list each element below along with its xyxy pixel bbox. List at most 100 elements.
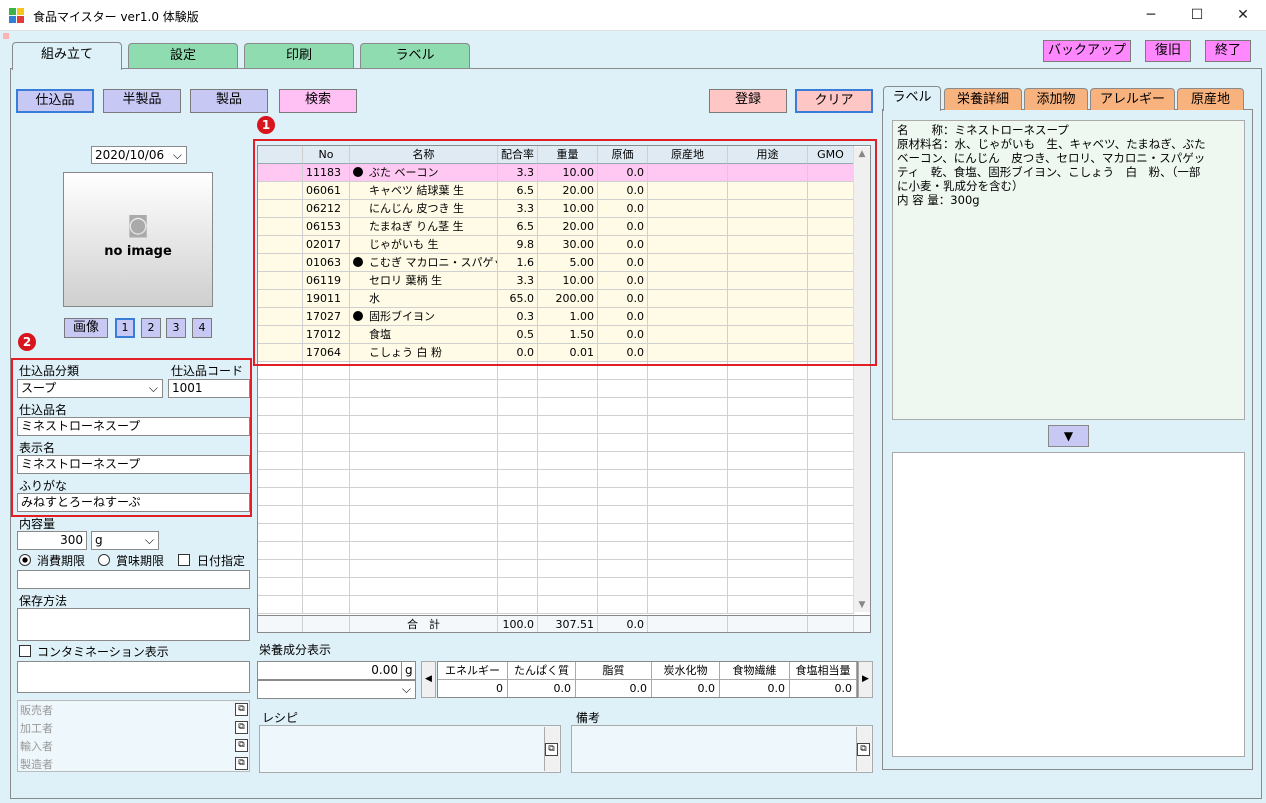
table-row[interactable]: [258, 380, 854, 398]
date-picker[interactable]: 2020/10/06 ⌵: [91, 146, 187, 164]
table-row[interactable]: [258, 416, 854, 434]
copy-icon[interactable]: ⧉: [235, 757, 248, 770]
copy-icon[interactable]: ⧉: [235, 739, 248, 752]
table-row[interactable]: [258, 398, 854, 416]
cell-empty: [258, 488, 303, 506]
display-name-input[interactable]: ミネストローネスープ: [17, 455, 250, 474]
table-row[interactable]: [258, 542, 854, 560]
furigana-input[interactable]: みねすとろーねすーぷ: [17, 493, 250, 512]
date-specify-checkbox[interactable]: [178, 554, 190, 566]
search-button[interactable]: 検索: [279, 89, 357, 113]
nutrition-unit: g: [401, 661, 416, 680]
clear-button[interactable]: クリア: [795, 89, 873, 113]
image-page-3[interactable]: 3: [166, 318, 186, 338]
table-row[interactable]: [258, 524, 854, 542]
tab-kumitate[interactable]: 組み立て: [12, 42, 122, 70]
radio-best-before[interactable]: [98, 554, 110, 566]
rtab-additives[interactable]: 添加物: [1024, 88, 1088, 110]
table-row[interactable]: [258, 560, 854, 578]
cell-empty: [538, 578, 598, 596]
maximize-icon[interactable]: ☐: [1174, 0, 1220, 31]
cell-empty: [728, 380, 808, 398]
scroll-down-icon[interactable]: ▼: [854, 600, 870, 610]
cell-empty: [366, 398, 498, 416]
cell-empty: [350, 398, 366, 416]
nutrition-select[interactable]: ⌵: [257, 680, 416, 699]
cell-empty: [648, 596, 728, 614]
rtab-origin[interactable]: 原産地: [1177, 88, 1244, 110]
table-row[interactable]: [258, 488, 854, 506]
tab-label[interactable]: ラベル: [360, 43, 470, 69]
cell-empty: [808, 560, 854, 578]
cell-empty: [648, 398, 728, 416]
seihin-button[interactable]: 製品: [190, 89, 268, 113]
cell-empty: [648, 488, 728, 506]
hanseihin-button[interactable]: 半製品: [103, 89, 181, 113]
cell-empty: [808, 596, 854, 614]
image-button[interactable]: 画像: [64, 318, 108, 338]
rtab-nutrition[interactable]: 栄養詳細: [944, 88, 1022, 110]
volume-input[interactable]: 300: [17, 531, 87, 550]
storage-input[interactable]: [17, 608, 250, 641]
cell-empty: [350, 542, 366, 560]
rtab-label[interactable]: ラベル: [883, 86, 941, 111]
shikomi-button[interactable]: 仕込品: [16, 89, 94, 113]
nutrition-scroll-left[interactable]: ◀: [421, 661, 436, 698]
exit-button[interactable]: 終了: [1205, 40, 1251, 62]
tab-insatsu[interactable]: 印刷: [244, 43, 354, 69]
cell-empty: [498, 524, 538, 542]
expand-down-button[interactable]: ▼: [1048, 425, 1089, 447]
cell-empty: [258, 524, 303, 542]
unit-value: g: [95, 533, 103, 547]
recipe-copy-icon[interactable]: ⧉: [545, 743, 558, 756]
recipe-input[interactable]: [259, 725, 561, 773]
cell-empty: [303, 578, 350, 596]
cell-empty: [538, 452, 598, 470]
table-row[interactable]: [258, 596, 854, 614]
contamination-input[interactable]: [17, 661, 250, 693]
cell-empty: [366, 578, 498, 596]
copy-icon[interactable]: ⧉: [235, 721, 248, 734]
backup-button[interactable]: バックアップ: [1043, 40, 1131, 62]
product-image[interactable]: ◙ no image: [63, 172, 213, 307]
register-button[interactable]: 登録: [709, 89, 787, 113]
furigana-label: ふりがな: [19, 479, 68, 493]
notes-input[interactable]: [571, 725, 873, 773]
contamination-checkbox[interactable]: [19, 645, 31, 657]
code-input[interactable]: 1001: [168, 379, 250, 398]
radio-consume[interactable]: [19, 554, 31, 566]
rtab-allergy[interactable]: アレルギー: [1090, 88, 1175, 110]
cell-empty: [648, 380, 728, 398]
unit-select[interactable]: g ⌵: [91, 531, 159, 550]
nutrition-value: 0.0: [720, 680, 790, 697]
category-select[interactable]: スープ ⌵: [17, 379, 163, 398]
table-row[interactable]: [258, 434, 854, 452]
cell-empty: [258, 470, 303, 488]
image-page-1[interactable]: 1: [115, 318, 135, 338]
notes-copy-icon[interactable]: ⧉: [857, 743, 870, 756]
table-row[interactable]: [258, 578, 854, 596]
restore-button[interactable]: 復旧: [1145, 40, 1191, 62]
cell-empty: [350, 578, 366, 596]
table-row[interactable]: [258, 470, 854, 488]
minimize-icon[interactable]: ─: [1128, 0, 1174, 31]
cell-empty: [366, 452, 498, 470]
label-line: 原材料名：水、じゃがいも 生、キャベツ、たまねぎ、ぶた: [897, 137, 1206, 151]
table-row[interactable]: [258, 452, 854, 470]
cell-empty: [538, 560, 598, 578]
expiry-input[interactable]: [17, 570, 250, 589]
cell-empty: [258, 560, 303, 578]
copy-icon[interactable]: ⧉: [235, 703, 248, 716]
image-page-2[interactable]: 2: [141, 318, 161, 338]
cell-empty: [366, 596, 498, 614]
name-input[interactable]: ミネストローネスープ: [17, 417, 250, 436]
tab-settei[interactable]: 設定: [128, 43, 238, 69]
close-icon[interactable]: ✕: [1220, 0, 1266, 31]
nutrition-amount[interactable]: 0.00: [257, 661, 402, 680]
image-page-4[interactable]: 4: [192, 318, 212, 338]
total-blank: [258, 616, 303, 632]
label-text[interactable]: 名 称：ミネストローネスープ 原材料名：水、じゃがいも 生、キャベツ、たまねぎ、…: [892, 120, 1245, 420]
cell-empty: [538, 416, 598, 434]
nutrition-scroll-right[interactable]: ▶: [858, 661, 873, 698]
table-row[interactable]: [258, 506, 854, 524]
